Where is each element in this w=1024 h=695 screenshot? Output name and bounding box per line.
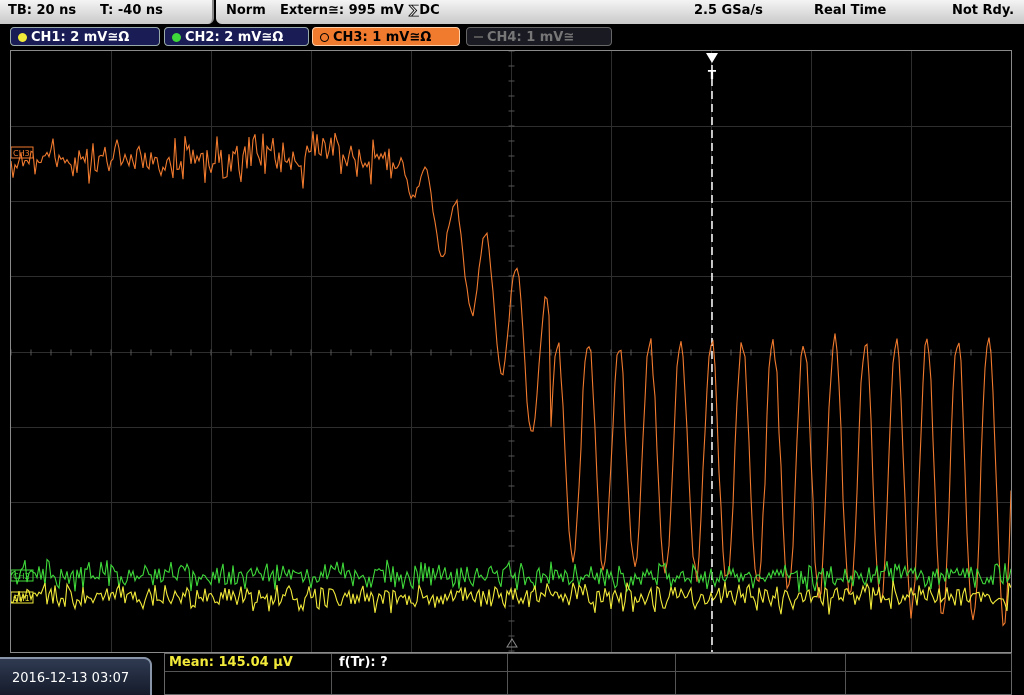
timebase-value: TB: 20 ns [8, 3, 77, 18]
channel-2-marker-label: CH2 [13, 572, 30, 581]
trigger-offset-value: T: -40 ns [100, 3, 163, 18]
status-bar: TB: 20 ns T: -40 ns Norm Extern≅: 995 mV… [0, 0, 1024, 24]
trigger-mode: Norm [226, 3, 266, 18]
channel-dot-icon [172, 33, 181, 42]
trigger-arrow-icon[interactable] [706, 53, 718, 63]
trigger-source: Extern≅: 995 mV ⅀DC [280, 3, 440, 18]
channel-2-button[interactable]: CH2: 2 mV≅Ω [164, 27, 309, 46]
channel-dot-icon [18, 33, 27, 42]
ready-status: Not Rdy. [952, 3, 1015, 18]
acquisition-mode: Real Time [814, 3, 887, 18]
channel-bar: CH1: 2 mV≅Ω CH2: 2 mV≅Ω CH3: 1 mV≅Ω CH4:… [0, 24, 1024, 50]
sample-rate: 2.5 GSa/s [694, 3, 763, 18]
channel-dot-icon [320, 33, 329, 42]
channel-3-marker-label: CH3 [13, 149, 30, 158]
trigger-marker-label: T [708, 68, 717, 82]
measurement-bar: 2016-12-13 03:07 Mean: 145.04 µV f(Tr): … [0, 653, 1024, 695]
acquisition-panel[interactable]: Norm Extern≅: 995 mV ⅀DC 2.5 GSa/s Real … [216, 0, 1024, 24]
channel-4-label: CH4: 1 mV≅ [487, 30, 575, 45]
waveform-canvas[interactable]: T CH3 CH2 CH1 [11, 51, 1011, 652]
datetime-value: 2016-12-13 03:07 [12, 671, 130, 686]
rise-time-measurement[interactable]: f(Tr): ? [339, 655, 388, 670]
graticule [11, 51, 1011, 652]
channel-4-button[interactable]: CH4: 1 mV≅ [466, 27, 612, 46]
channel-2-label: CH2: 2 mV≅Ω [185, 30, 284, 45]
mean-measurement[interactable]: Mean: 145.04 µV [169, 655, 293, 670]
channel-3-label: CH3: 1 mV≅Ω [333, 30, 432, 45]
channel-off-icon [474, 36, 483, 38]
channel-1-label: CH1: 2 mV≅Ω [31, 30, 130, 45]
channel-1-button[interactable]: CH1: 2 mV≅Ω [10, 27, 160, 46]
channel-1-marker-label: CH1 [13, 594, 30, 603]
datetime-panel: 2016-12-13 03:07 [0, 657, 152, 695]
waveform-display[interactable]: T CH3 CH2 CH1 [10, 50, 1012, 653]
measurement-table[interactable]: Mean: 145.04 µV f(Tr): ? [164, 653, 1012, 695]
channel-3-button[interactable]: CH3: 1 mV≅Ω [312, 27, 460, 46]
timebase-panel[interactable]: TB: 20 ns T: -40 ns [0, 0, 214, 24]
